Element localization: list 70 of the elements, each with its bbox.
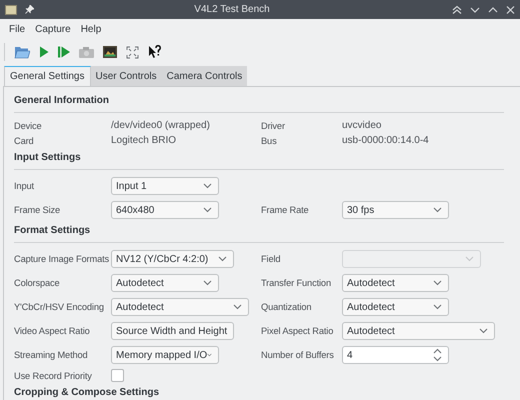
field-label: Card: [14, 136, 35, 146]
field-label: Colorspace: [14, 278, 61, 288]
field-label: Frame Rate: [261, 205, 310, 215]
field-label: Transfer Function: [261, 278, 332, 288]
section-heading: General Information: [14, 94, 110, 108]
menu-item[interactable]: Capture: [30, 24, 76, 35]
chevron-down-icon: [203, 280, 212, 286]
field-label: Y'CbCr/HSV Encoding: [14, 302, 105, 312]
info-value: Logitech BRIO: [111, 135, 176, 146]
chevron-down-icon: [465, 256, 474, 262]
play-icon[interactable]: [39, 46, 49, 58]
maximize-icon[interactable]: [488, 4, 498, 14]
field-label: Streaming Method: [14, 350, 89, 360]
field-label: Bus: [261, 136, 278, 146]
dropdown[interactable]: NV12 (Y/CbCr 4:2:0): [111, 250, 234, 268]
chevron-down-icon: [433, 207, 442, 213]
section-heading: Cropping & Compose Settings: [14, 386, 160, 400]
whats-this-icon[interactable]: [148, 45, 161, 59]
dropdown[interactable]: Autodetect: [342, 298, 449, 316]
chevron-down-icon: [433, 280, 442, 286]
dropdown[interactable]: Autodetect: [111, 274, 219, 292]
window-icon: [5, 4, 17, 14]
section-heading: Format Settings: [14, 224, 92, 238]
tab[interactable]: Camera Controls: [162, 66, 248, 86]
keep-above-icon[interactable]: [452, 4, 462, 14]
section-heading: Input Settings: [14, 151, 82, 165]
dropdown[interactable]: 30 fps: [342, 201, 449, 219]
dropdown[interactable]: Autodetect: [111, 298, 249, 316]
window-title: V4L2 Test Bench: [193, 4, 271, 15]
field-label: Frame Size: [14, 205, 62, 215]
dropdown[interactable]: Source Width and Height: [111, 322, 234, 340]
spin-box[interactable]: 4: [342, 346, 449, 364]
open-folder-icon[interactable]: [14, 45, 30, 59]
field-label: Quantization: [261, 302, 312, 312]
dropdown[interactable]: 640x480: [111, 201, 219, 219]
chevron-down-icon: [203, 207, 212, 213]
field-label: Driver: [261, 120, 286, 130]
tab[interactable]: User Controls: [90, 66, 162, 86]
minimize-icon[interactable]: [470, 4, 480, 14]
checkbox[interactable]: [111, 369, 124, 382]
field-label: Field: [261, 254, 282, 264]
close-icon[interactable]: [506, 4, 515, 14]
field-label: Device: [14, 120, 43, 130]
spin-arrows-icon: [433, 348, 442, 362]
fit-screen-icon[interactable]: [126, 46, 139, 58]
tab[interactable]: General Settings: [4, 66, 90, 86]
menu-item[interactable]: Help: [76, 24, 106, 35]
pin-icon[interactable]: [25, 5, 34, 14]
chevron-down-icon: [233, 304, 242, 310]
chevron-down-icon: [203, 183, 212, 189]
info-value: /dev/video0 (wrapped): [111, 120, 210, 131]
field-label: Capture Image Formats: [14, 254, 110, 264]
dropdown[interactable]: Autodetect: [342, 322, 495, 340]
field-label: Use Record Priority: [14, 370, 93, 380]
chevron-down-icon: [207, 352, 212, 358]
info-value: uvcvideo: [342, 120, 382, 131]
dropdown[interactable]: Autodetect: [342, 274, 449, 292]
chevron-down-icon: [433, 304, 442, 310]
chevron-down-icon: [479, 328, 488, 334]
image-icon[interactable]: [103, 46, 117, 58]
step-play-icon[interactable]: [58, 46, 70, 58]
field-label: Number of Buffers: [261, 350, 335, 360]
field-label: Video Aspect Ratio: [14, 326, 91, 336]
field-label: Pixel Aspect Ratio: [261, 326, 334, 336]
menu-item[interactable]: File: [4, 24, 30, 35]
chevron-down-icon: [218, 256, 227, 262]
dropdown[interactable]: Input 1: [111, 177, 219, 195]
dropdown[interactable]: Memory mapped I/O: [111, 346, 219, 364]
info-value: usb-0000:00:14.0-4: [342, 135, 429, 146]
field-label: Input: [14, 181, 35, 191]
